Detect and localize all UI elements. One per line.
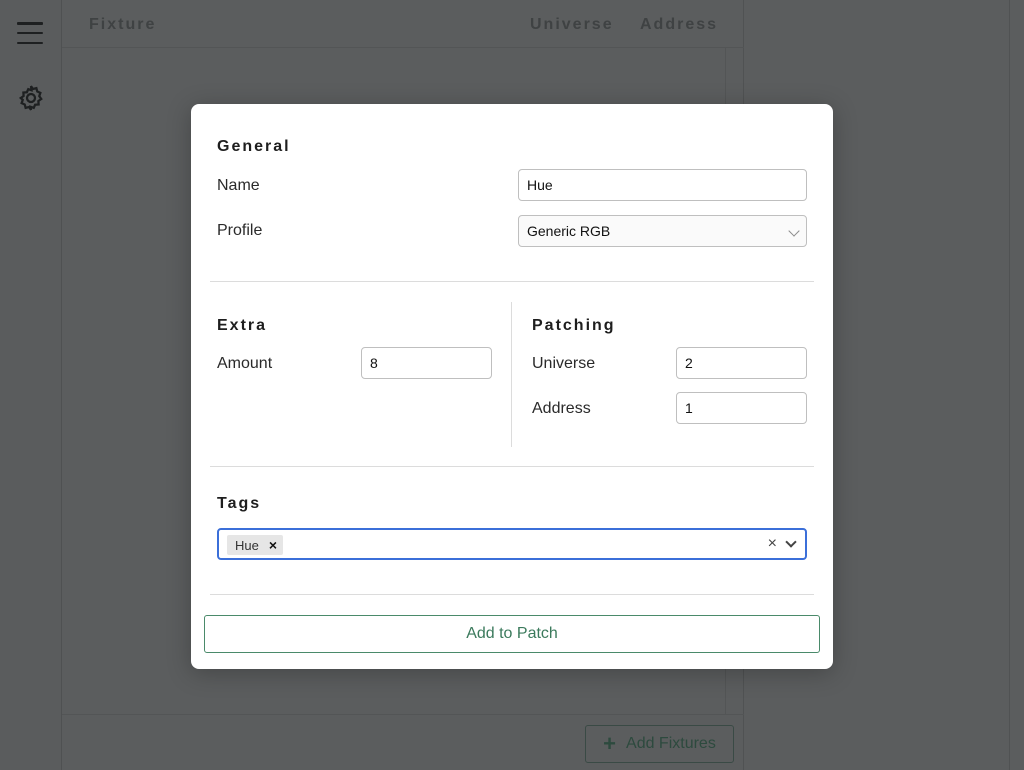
add-to-patch-button[interactable]: Add to Patch [204, 615, 820, 653]
patching-section-title: Patching [532, 317, 616, 334]
divider [210, 594, 814, 595]
sidebar [0, 0, 62, 770]
address-label: Address [532, 400, 591, 417]
amount-input[interactable]: 8 [361, 347, 492, 379]
divider [210, 466, 814, 467]
universe-input[interactable]: 2 [676, 347, 807, 379]
plus-icon: + [603, 731, 617, 756]
chevron-down-icon[interactable] [785, 536, 797, 548]
name-label: Name [217, 177, 260, 194]
add-fixtures-label: Add Fixtures [626, 735, 716, 752]
hamburger-icon[interactable] [17, 22, 43, 44]
divider [210, 281, 814, 282]
add-fixture-modal: General Name Hue Profile Generic RGB Ext… [191, 104, 833, 669]
tags-multiselect[interactable]: Hue × × [217, 528, 807, 560]
table-footer: + Add Fixtures [62, 714, 744, 770]
gear-icon[interactable] [16, 83, 46, 113]
amount-label: Amount [217, 355, 273, 372]
tag-chip-label: Hue [235, 537, 259, 553]
profile-select-value: Generic RGB [527, 223, 611, 239]
tags-section-title: Tags [217, 495, 262, 512]
table-header: Fixture Universe Address [62, 0, 744, 48]
general-section-title: General [217, 138, 291, 155]
column-header-universe[interactable]: Universe [530, 16, 614, 34]
extra-section-title: Extra [217, 317, 268, 334]
column-header-fixture[interactable]: Fixture [89, 16, 156, 34]
profile-label: Profile [217, 222, 263, 239]
remove-tag-icon[interactable]: × [269, 537, 277, 553]
name-input[interactable]: Hue [518, 169, 807, 201]
universe-label: Universe [532, 355, 596, 372]
section-divider-vertical [511, 302, 512, 447]
column-header-address[interactable]: Address [640, 16, 718, 34]
chevron-down-icon [788, 225, 800, 237]
profile-select[interactable]: Generic RGB [518, 215, 807, 247]
address-input[interactable]: 1 [676, 392, 807, 424]
add-fixtures-button[interactable]: + Add Fixtures [585, 725, 734, 763]
tag-chip: Hue × [227, 535, 284, 555]
clear-tags-icon[interactable]: × [768, 535, 777, 553]
